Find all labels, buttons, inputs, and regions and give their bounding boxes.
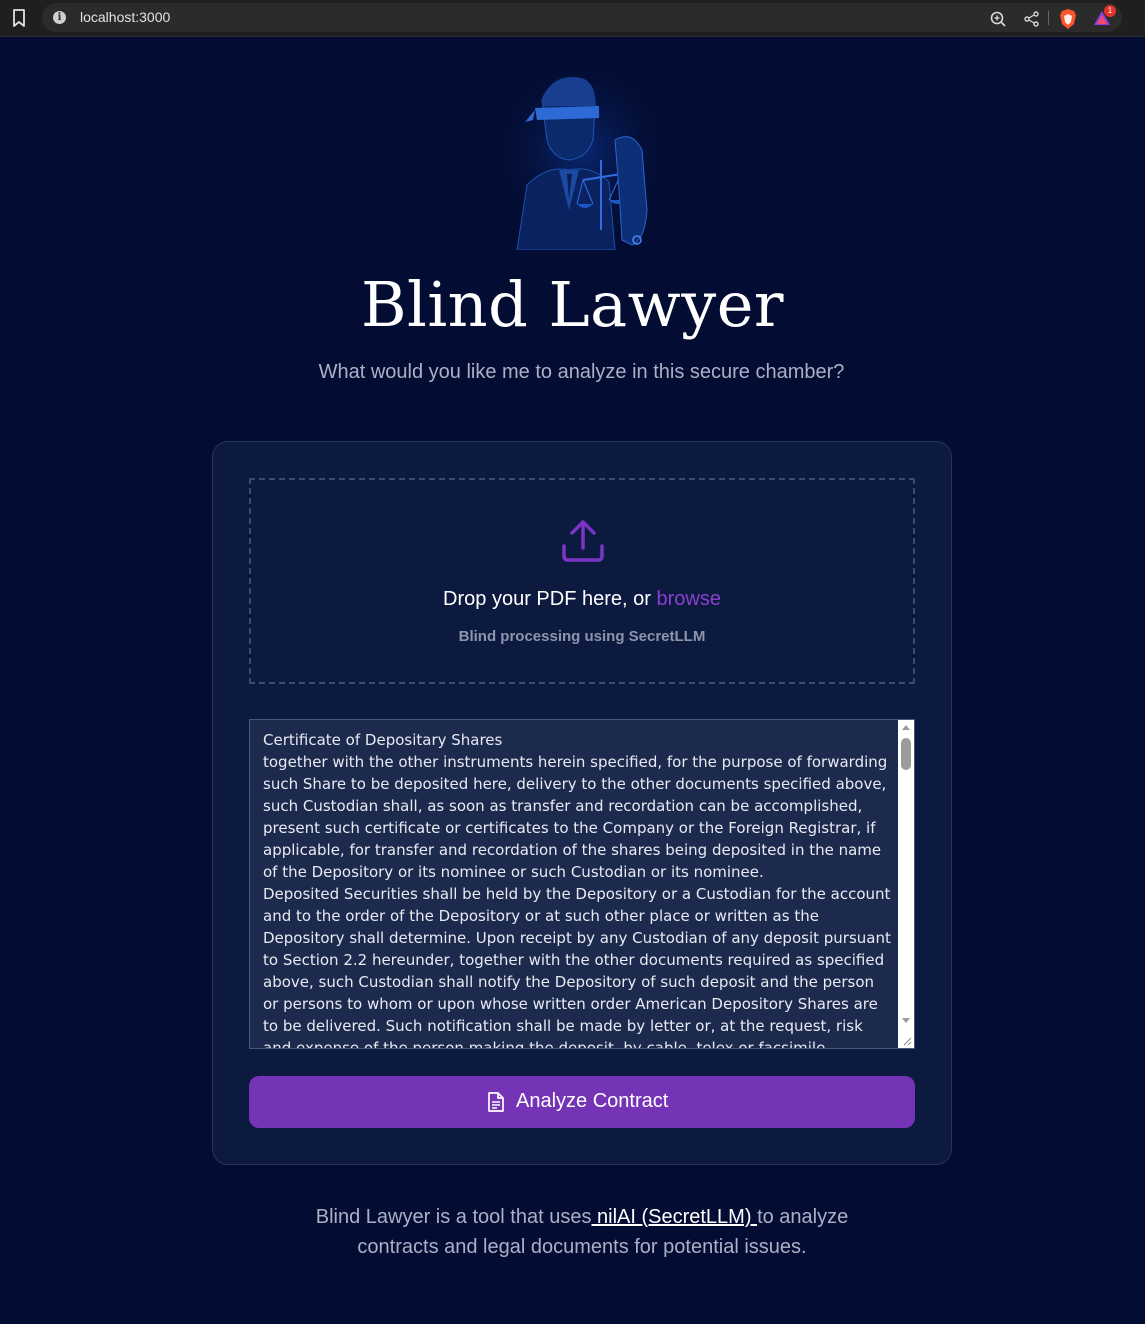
bookmark-icon[interactable] (10, 8, 28, 28)
analyze-contract-label: Analyze Contract (516, 1090, 669, 1112)
analyze-contract-button[interactable]: Analyze Contract (249, 1076, 915, 1128)
notification-badge: 1 (1104, 5, 1116, 17)
scroll-thumb[interactable] (901, 738, 911, 770)
pdf-dropzone[interactable]: Drop your PDF here, or browse Blind proc… (249, 478, 915, 684)
dropzone-prompt: Drop your PDF here, or browse (251, 588, 913, 611)
textarea-scrollbar[interactable] (898, 720, 914, 1048)
dropzone-prompt-text: Drop your PDF here, or (443, 588, 657, 610)
footer-text-prefix: Blind Lawyer is a tool that uses (315, 1206, 592, 1228)
toolbar-divider (1048, 11, 1049, 25)
upload-icon (562, 520, 604, 562)
url-text[interactable]: localhost:3000 (80, 9, 170, 25)
scroll-down-arrow-icon[interactable] (902, 1018, 910, 1023)
address-bar[interactable]: i localhost:3000 1 (42, 3, 1122, 32)
page-title: Blind Lawyer (360, 268, 785, 341)
contract-text[interactable]: Certificate of Depositary Shares togethe… (263, 729, 893, 1048)
document-icon (488, 1092, 504, 1112)
footer-description: Blind Lawyer is a tool that uses nilAI (… (280, 1202, 884, 1262)
nilai-link[interactable]: nilAI (SecretLLM) (591, 1206, 757, 1228)
analysis-card: Drop your PDF here, or browse Blind proc… (212, 441, 952, 1165)
browser-toolbar: i localhost:3000 1 (0, 0, 1145, 37)
zoom-icon[interactable] (989, 10, 1007, 28)
contract-text-area[interactable]: Certificate of Depositary Shares togethe… (249, 719, 915, 1049)
resize-grip-icon[interactable] (902, 1036, 912, 1046)
brave-shields-icon[interactable] (1058, 8, 1078, 30)
scroll-up-arrow-icon[interactable] (902, 725, 910, 730)
page-subtitle: What would you like me to analyze in thi… (318, 361, 845, 383)
browse-link[interactable]: browse (656, 588, 720, 610)
blind-lawyer-logo (497, 70, 667, 250)
dropzone-hint: Blind processing using SecretLLM (458, 628, 706, 645)
site-info-icon[interactable]: i (53, 11, 66, 24)
share-icon[interactable] (1023, 10, 1041, 28)
